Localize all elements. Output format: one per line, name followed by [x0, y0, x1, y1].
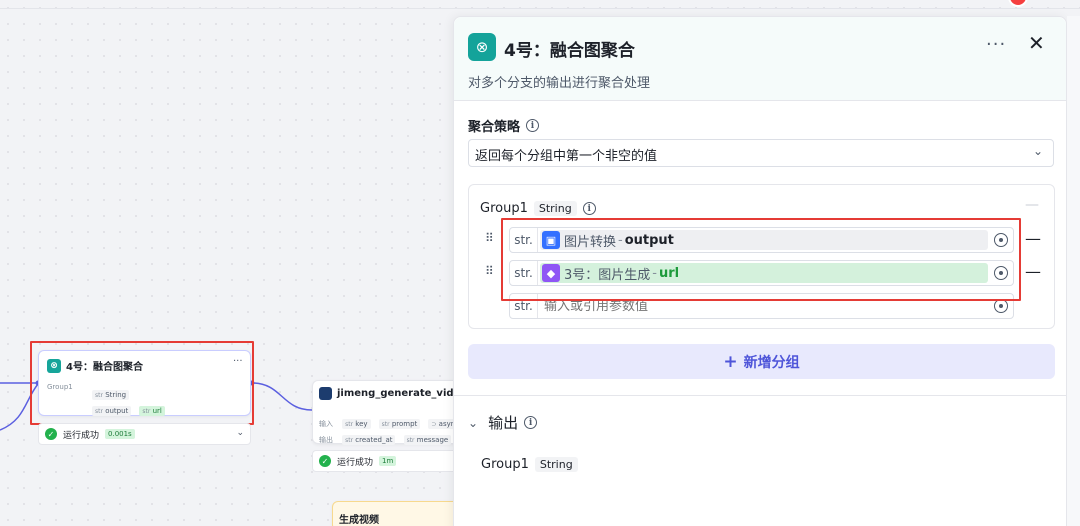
jimeng-output-prefix: str: [406, 437, 415, 444]
section-divider: [454, 395, 1066, 396]
strategy-selected-value: 返回每个分组中第一个非空的值: [475, 149, 658, 164]
strategy-select[interactable]: 返回每个分组中第一个非空的值 ⌄: [468, 139, 1054, 167]
remove-row-button[interactable]: —: [1025, 262, 1041, 281]
jimeng-node[interactable]: jimeng_generate_video 输入 str key str pro…: [312, 380, 480, 445]
strategy-label: 聚合策略 i: [468, 116, 540, 135]
add-group-label: 新增分组: [743, 354, 800, 371]
output-label: 输出: [488, 414, 519, 432]
jimeng-output-label: 输出: [319, 436, 333, 444]
output-name: Group1: [481, 457, 529, 472]
add-group-button[interactable]: + 新增分组: [468, 344, 1055, 379]
aggregate-status-time: 0.001s: [105, 429, 135, 439]
video-node[interactable]: 生成视频: [332, 501, 462, 526]
chevron-down-icon: ⌄: [1032, 144, 1043, 158]
jimeng-status-text: 运行成功: [337, 457, 374, 468]
group-header: Group1 String i: [480, 201, 596, 216]
aggregate-status-text: 运行成功: [63, 430, 100, 441]
jimeng-status-time: 1m: [379, 456, 397, 466]
aggregate-status-bar[interactable]: ✓ 运行成功 0.001s ⌄: [38, 423, 251, 445]
info-icon[interactable]: i: [524, 416, 538, 429]
highlight-box-node: [30, 341, 254, 425]
close-button[interactable]: ✕: [1028, 31, 1045, 55]
node-config-panel: ⊗ 4号：融合图聚合 对多个分支的输出进行聚合处理 ··· ✕ 聚合策略 i 返…: [453, 16, 1067, 526]
jimeng-node-title: jimeng_generate_video: [337, 388, 468, 399]
more-options-button[interactable]: ···: [986, 34, 1006, 55]
chevron-down-icon: ⌄: [468, 415, 479, 430]
panel-description[interactable]: 对多个分支的输出进行聚合处理: [468, 72, 650, 91]
chevron-down-icon[interactable]: ⌄: [236, 428, 244, 438]
jimeng-status-bar[interactable]: ✓ 运行成功 1m: [312, 450, 460, 472]
info-icon[interactable]: i: [526, 119, 540, 132]
panel-header: ⊗ 4号：融合图聚合 对多个分支的输出进行聚合处理 ··· ✕: [454, 17, 1066, 101]
video-node-title: 生成视频: [339, 515, 379, 526]
group-name[interactable]: Group1: [480, 201, 528, 216]
remove-row-button[interactable]: —: [1025, 229, 1041, 248]
plus-icon: +: [723, 351, 738, 372]
drag-handle-icon[interactable]: ⠿: [485, 265, 495, 277]
jimeng-output-message: message: [416, 436, 449, 444]
aggregate-icon: ⊗: [468, 33, 496, 61]
variable-picker-icon[interactable]: [994, 299, 1008, 313]
output-section-toggle[interactable]: ⌄ 输出 i: [468, 412, 538, 433]
success-check-icon: ✓: [319, 455, 331, 467]
edge-to-jimeng: [251, 382, 313, 411]
group-type-tag: String: [533, 201, 577, 216]
panel-title[interactable]: 4号：融合图聚合: [504, 36, 635, 61]
success-check-icon: ✓: [45, 428, 57, 440]
right-edge-strip: [1067, 16, 1080, 526]
jimeng-output-created: created_at: [355, 436, 393, 444]
info-icon[interactable]: i: [582, 202, 596, 215]
jimeng-output-prefix: str: [345, 437, 354, 444]
highlight-box-rows: [501, 218, 1021, 301]
output-type-tag: String: [534, 457, 578, 472]
strategy-label-text: 聚合策略: [468, 120, 521, 135]
plugin-icon: [319, 387, 332, 400]
drag-handle-icon[interactable]: ⠿: [485, 232, 495, 244]
remove-group-button[interactable]: —: [1025, 197, 1039, 213]
output-item: Group1 String: [481, 457, 578, 472]
